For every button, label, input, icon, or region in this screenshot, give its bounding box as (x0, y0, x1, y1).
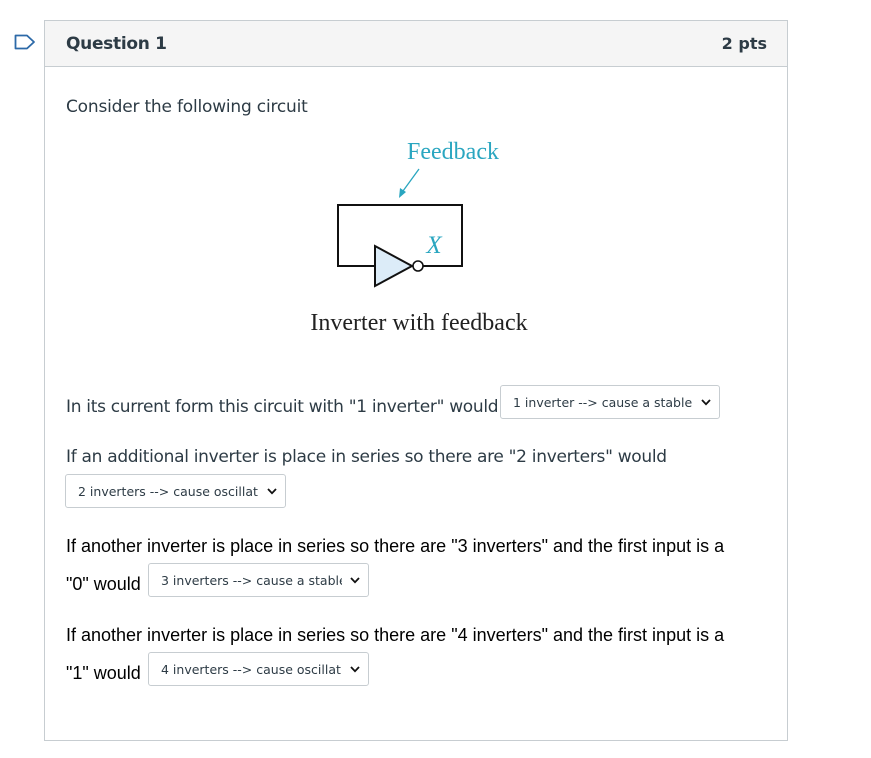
inverter-feedback-figure: Feedback X Inverter with feedback (310, 139, 527, 336)
prompt-3-text-line2: "0" would (66, 574, 141, 594)
feedback-label: Feedback (407, 139, 499, 165)
output-label-x: X (425, 232, 443, 259)
answer-select-4-value: 4 inverters --> cause oscillatic (161, 661, 342, 677)
feedback-wire (337, 204, 463, 267)
answer-select-4[interactable]: 4 inverters --> cause oscillatic (148, 652, 369, 686)
question-card: Question 1 2 pts Consider the following … (44, 20, 788, 741)
inverter-triangle (374, 244, 415, 288)
prompt-2-text: If an additional inverter is place in se… (66, 447, 667, 467)
answer-select-1[interactable]: 1 inverter --> cause a stable c (500, 385, 720, 419)
answer-select-1-value: 1 inverter --> cause a stable c (513, 394, 693, 410)
bookmark-flag-icon[interactable] (14, 34, 36, 50)
answer-select-2-value: 2 inverters --> cause oscillatic (78, 483, 259, 499)
answer-select-3[interactable]: 3 inverters --> cause a stable (148, 563, 369, 597)
figure-caption: Inverter with feedback (310, 310, 527, 336)
prompt-4-text-line1: If another inverter is place in series s… (66, 625, 725, 645)
prompt-3-text-line1: If another inverter is place in series s… (66, 536, 725, 556)
question-intro: Consider the following circuit (66, 97, 308, 117)
prompt-1-text: In its current form this circuit with "1… (66, 397, 499, 417)
chevron-down-icon (693, 386, 719, 418)
question-header: Question 1 2 pts (45, 21, 787, 67)
question-points: 2 pts (721, 34, 767, 53)
prompt-4-text-line2: "1" would (66, 663, 141, 683)
answer-select-2[interactable]: 2 inverters --> cause oscillatic (65, 474, 286, 508)
answer-select-3-value: 3 inverters --> cause a stable (161, 572, 342, 588)
feedback-arrow (402, 168, 420, 192)
chevron-down-icon (342, 653, 368, 685)
feedback-arrowhead (399, 188, 406, 198)
question-title: Question 1 (66, 33, 167, 54)
chevron-down-icon (259, 475, 285, 507)
chevron-down-icon (342, 564, 368, 596)
inverter-bubble (412, 260, 424, 272)
